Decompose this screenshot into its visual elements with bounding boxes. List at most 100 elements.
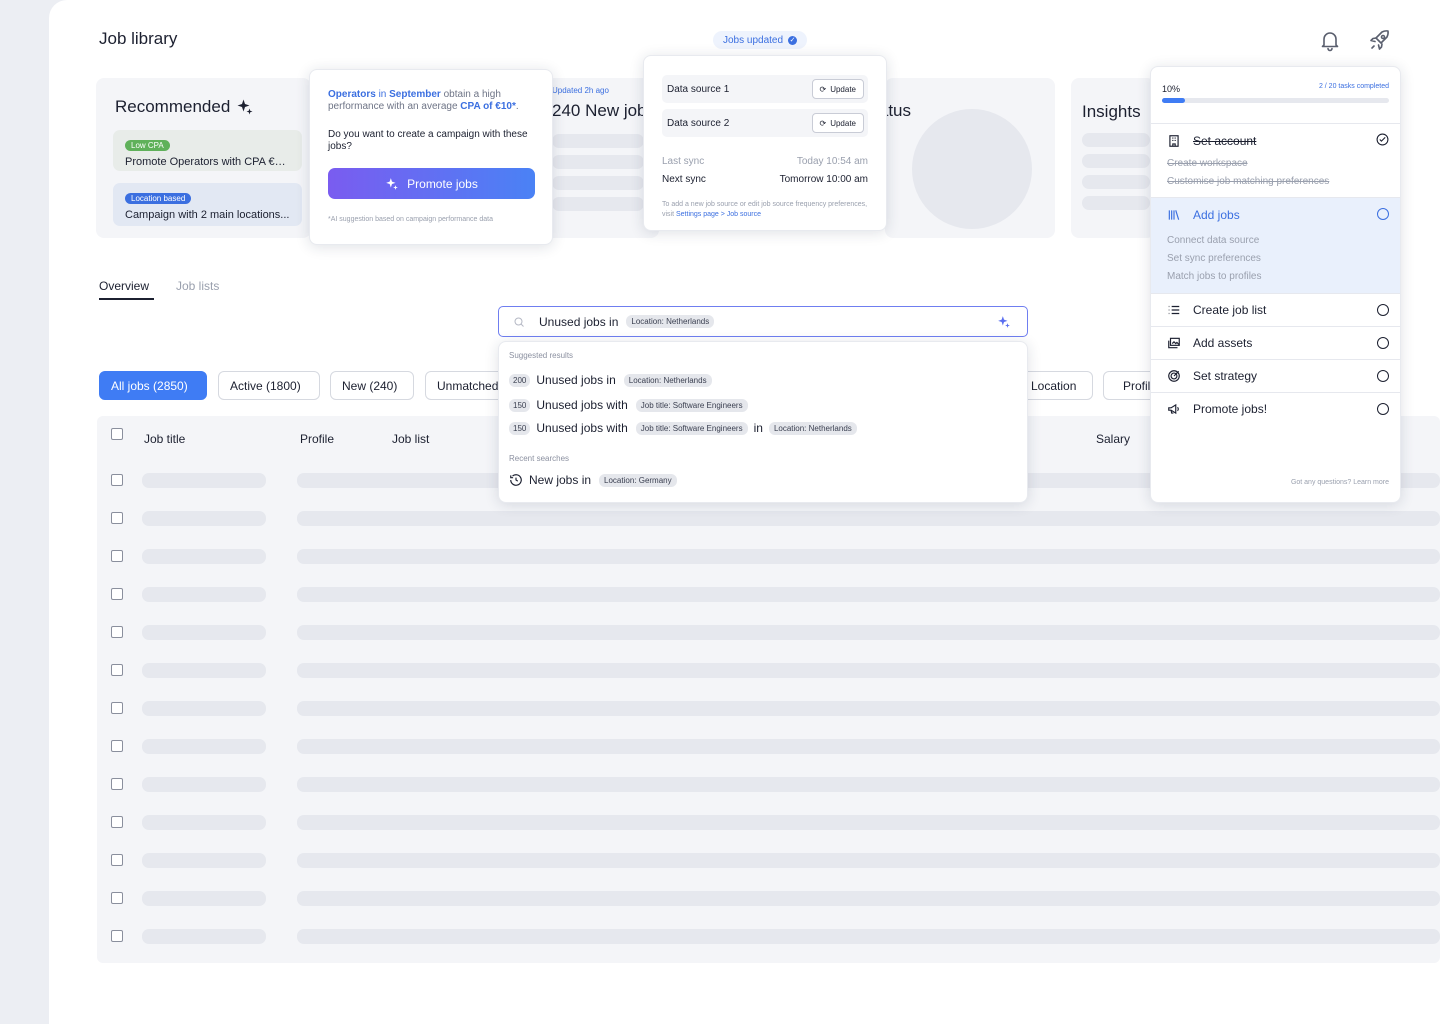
- result-count: 200: [509, 373, 531, 387]
- column-job-title[interactable]: Job title: [144, 432, 185, 446]
- select-all-checkbox[interactable]: [111, 428, 123, 440]
- checklist-subtask[interactable]: Match jobs to profiles: [1167, 271, 1262, 282]
- status-circle-icon: [1377, 304, 1389, 316]
- row-checkbox[interactable]: [111, 550, 123, 562]
- recommendation-low-cpa[interactable]: Low CPA Promote Operators with CPA €10..…: [113, 130, 302, 171]
- data-source-row: Data source 1 ⟳ Update: [662, 75, 868, 103]
- checklist-label: Set account: [1193, 134, 1257, 148]
- progress-percent: 10%: [1162, 84, 1181, 94]
- checklist-label: Add jobs: [1193, 208, 1240, 222]
- checklist-main: Set strategy: [1167, 369, 1257, 383]
- suggestion-connector: in: [753, 421, 763, 435]
- data-source-name: Data source 1: [667, 83, 730, 95]
- promotion-question: Do you want to create a campaign with th…: [328, 129, 528, 152]
- settings-link[interactable]: Settings page > Job source: [676, 211, 761, 218]
- skeleton-cell: [297, 815, 1440, 830]
- row-checkbox[interactable]: [111, 512, 123, 524]
- suggestion-item[interactable]: 150 Unused jobs with Job title: Software…: [509, 421, 857, 435]
- skeleton-bar: [552, 134, 644, 148]
- row-checkbox[interactable]: [111, 702, 123, 714]
- checklist-item-create-job-list[interactable]: Create job list: [1151, 293, 1400, 326]
- search-location-chip[interactable]: Location: Netherlands: [626, 315, 715, 328]
- checklist-subtask[interactable]: Set sync preferences: [1167, 253, 1261, 264]
- suggestion-item[interactable]: 150 Unused jobs with Job title: Software…: [509, 398, 748, 412]
- column-salary[interactable]: Salary: [1096, 432, 1130, 446]
- last-sync-value: Today 10:54 am: [796, 156, 868, 167]
- skeleton-cell: [297, 853, 1440, 868]
- skeleton-cell: [297, 777, 1440, 792]
- location-based-badge: Location based: [125, 193, 192, 204]
- refresh-icon: ⟳: [819, 84, 827, 94]
- tab-underline: [99, 298, 154, 300]
- checklist-item-promote-jobs[interactable]: Promote jobs!: [1151, 392, 1400, 425]
- search-suggestions: Suggested results 200 Unused jobs in Loc…: [498, 341, 1028, 503]
- last-sync-row: Last sync Today 10:54 am: [662, 156, 868, 167]
- promotion-footnote: *AI suggestion based on campaign perform…: [328, 216, 493, 223]
- checklist-subtask[interactable]: Connect data source: [1167, 235, 1259, 246]
- sparkle-icon[interactable]: [997, 315, 1011, 329]
- row-checkbox[interactable]: [111, 816, 123, 828]
- recommended-title-text: Recommended: [115, 97, 231, 116]
- update-button[interactable]: ⟳ Update: [811, 113, 864, 133]
- recommendation-text: Campaign with 2 main locations...: [125, 209, 290, 221]
- tab-overview[interactable]: Overview: [99, 279, 154, 300]
- suggestion-chip: Location: Netherlands: [768, 421, 857, 435]
- tab-job-lists[interactable]: Job lists: [176, 279, 219, 293]
- bell-icon[interactable]: [1318, 28, 1342, 52]
- target-icon: [1168, 370, 1180, 382]
- filter-location[interactable]: Location: [1019, 371, 1093, 400]
- checklist-item-add-assets[interactable]: Add assets: [1151, 326, 1400, 359]
- row-checkbox[interactable]: [111, 854, 123, 866]
- skeleton-cell: [142, 663, 266, 678]
- recent-search-item[interactable]: New jobs in Location: Germany: [509, 473, 677, 487]
- row-checkbox[interactable]: [111, 588, 123, 600]
- row-checkbox[interactable]: [111, 474, 123, 486]
- rocket-icon[interactable]: [1368, 28, 1392, 52]
- help-link[interactable]: Got any questions? Learn more: [1291, 479, 1389, 486]
- search-input[interactable]: Unused jobs in Location: Netherlands: [498, 306, 1028, 337]
- checklist-label: Create job list: [1193, 303, 1267, 317]
- promote-jobs-button[interactable]: Promote jobs: [328, 168, 535, 199]
- skeleton-cell: [142, 929, 266, 944]
- sparkle-icon: [386, 177, 398, 190]
- recommendation-text: Promote Operators with CPA €10...: [125, 156, 290, 168]
- filter-all-jobs[interactable]: All jobs (2850): [99, 371, 207, 400]
- column-job-list[interactable]: Job list: [392, 432, 429, 446]
- suggestion-chip: Job title: Software Engineers: [635, 398, 748, 412]
- promotion-popup: Operators in September obtain a high per…: [309, 69, 553, 245]
- promote-jobs-label: Promote jobs: [407, 176, 478, 191]
- progress-track: [1162, 98, 1389, 103]
- result-count: 150: [509, 421, 531, 435]
- filter-new[interactable]: New (240): [330, 371, 414, 400]
- library-icon: [1168, 210, 1180, 220]
- next-sync-label: Next sync: [662, 174, 706, 185]
- checklist-item-set-strategy[interactable]: Set strategy: [1151, 359, 1400, 392]
- sparkle-icon: [237, 99, 253, 115]
- checklist-label: Set strategy: [1193, 369, 1258, 383]
- skeleton-cell: [297, 701, 1440, 716]
- skeleton-cell: [297, 739, 1440, 754]
- sync-popup: Data source 1 ⟳ Update Data source 2 ⟳ Upd…: [643, 55, 887, 231]
- recommendation-location[interactable]: Location based Campaign with 2 main loca…: [113, 183, 302, 226]
- checklist-main: Promote jobs!: [1167, 402, 1267, 416]
- suggestion-item[interactable]: 200 Unused jobs in Location: Netherlands: [509, 373, 712, 387]
- row-checkbox[interactable]: [111, 778, 123, 790]
- suggestion-chip: Location: Netherlands: [623, 373, 712, 387]
- update-button[interactable]: ⟳ Update: [811, 79, 864, 99]
- row-checkbox[interactable]: [111, 626, 123, 638]
- checklist-label: Promote jobs!: [1193, 402, 1268, 416]
- row-checkbox[interactable]: [111, 664, 123, 676]
- row-checkbox[interactable]: [111, 892, 123, 904]
- checklist-item-add-jobs[interactable]: Add jobs Connect data source Set sync pr…: [1151, 197, 1400, 293]
- skeleton-cell: [297, 511, 1440, 526]
- skeleton-cell: [142, 625, 266, 640]
- next-sync-row: Next sync Tomorrow 10:00 am: [662, 174, 868, 185]
- status-title: Status: [885, 101, 911, 120]
- row-checkbox[interactable]: [111, 740, 123, 752]
- row-checkbox[interactable]: [111, 930, 123, 942]
- skeleton-cell: [142, 891, 266, 906]
- filter-active[interactable]: Active (1800): [218, 371, 320, 400]
- jobs-updated-label: Jobs updated: [723, 34, 784, 46]
- checklist-item-set-account[interactable]: Set account Create workspace Customise j…: [1151, 123, 1400, 197]
- column-profile[interactable]: Profile: [300, 432, 334, 446]
